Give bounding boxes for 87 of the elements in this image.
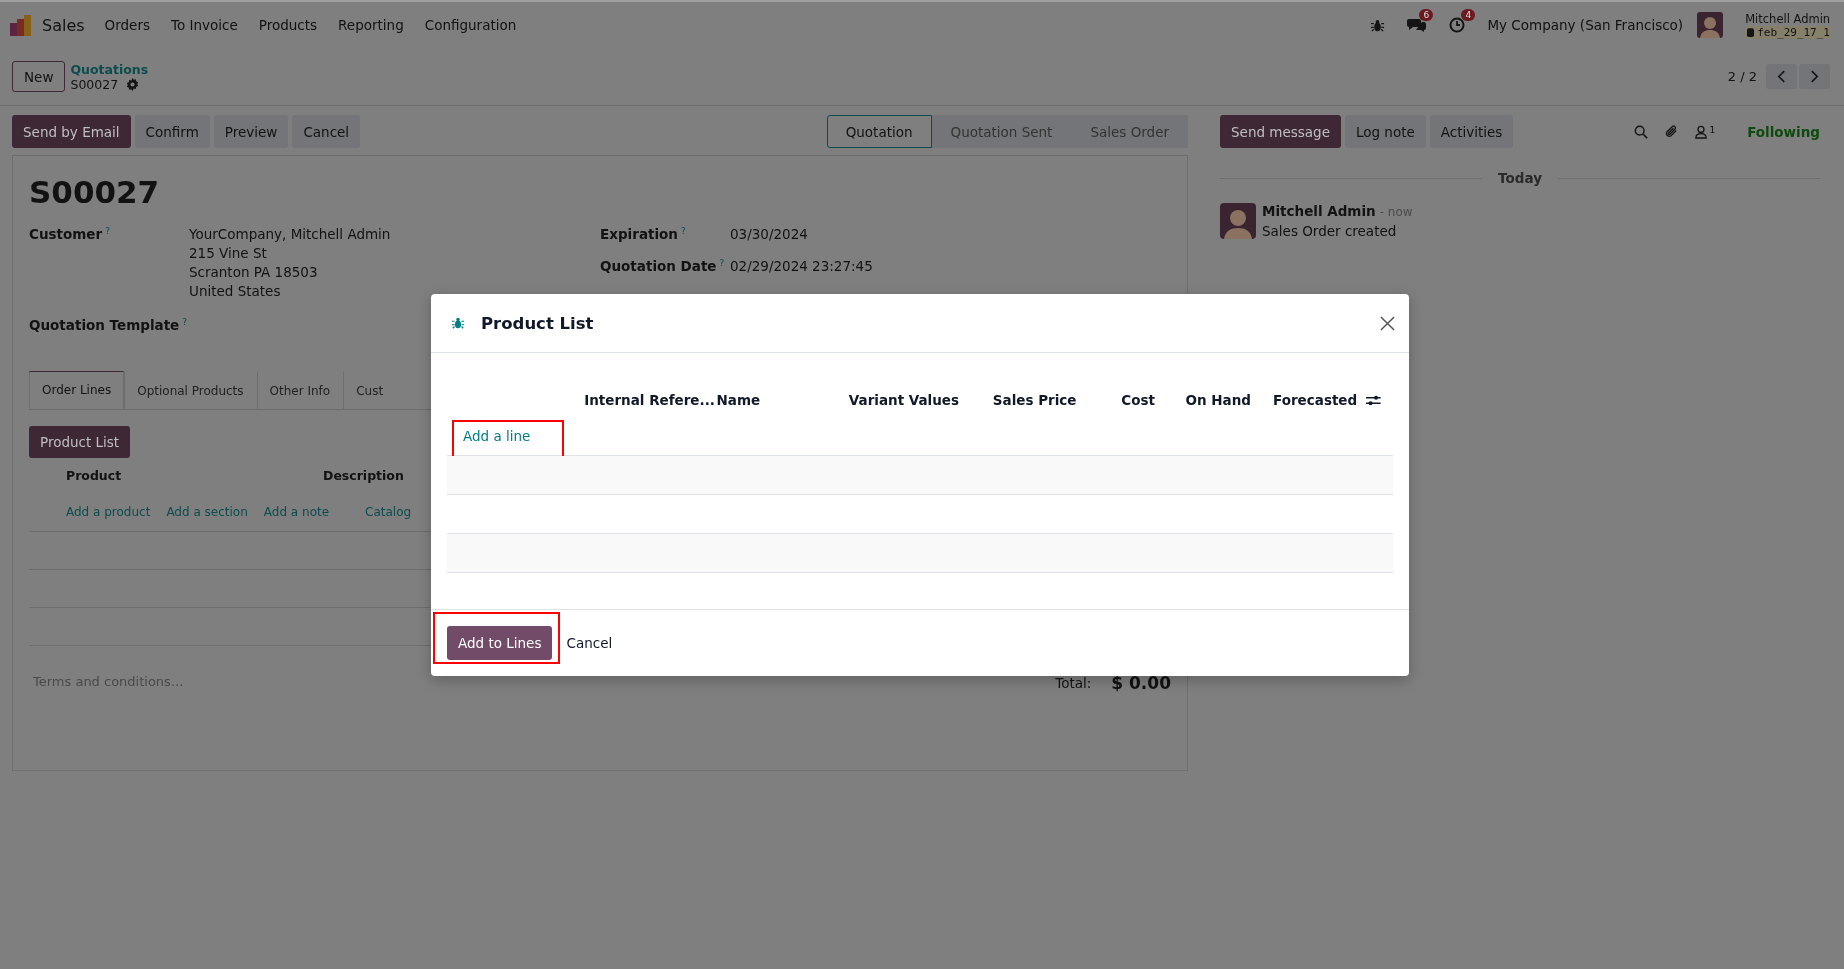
form-tab[interactable]: Cust [343,371,397,410]
chat-bubbles-icon[interactable] [1407,17,1428,33]
action-button[interactable]: Cancel [292,115,361,148]
sliders-icon[interactable] [1366,393,1381,407]
field-label: Expiration [600,226,678,243]
date-divider: Today [1498,170,1542,186]
app-name[interactable]: Sales [42,15,85,35]
add-link[interactable]: Add a section [166,505,248,520]
add-link[interactable]: Add a note [263,505,330,520]
clock-icon[interactable] [1449,17,1466,33]
search-icon[interactable] [1634,124,1649,139]
column-header: Product [66,468,123,484]
user-name[interactable]: Mitchell Admin [1745,11,1832,26]
field-value[interactable]: 03/30/2024 [730,226,808,243]
previous-button[interactable] [1766,64,1797,89]
column-header[interactable]: Sales Price [992,392,1122,408]
column-header[interactable]: Name [716,392,849,408]
bug-icon[interactable] [1370,17,1386,33]
add-line-link[interactable]: Add a line [447,428,531,444]
menu-item[interactable]: Orders [104,17,150,33]
column-header[interactable]: On Hand [1185,392,1273,408]
chatter-button[interactable]: Send message [1220,115,1341,148]
follower-count: 1 [1709,124,1716,135]
bar-chart-logo-icon[interactable] [10,14,32,36]
new-button[interactable]: New [12,61,66,92]
help-tooltip[interactable]: ? [719,258,725,269]
product-list-button[interactable]: Product List [29,426,131,459]
form-tab[interactable]: Order Lines [29,371,125,410]
close-icon [1380,315,1395,331]
field-label: Quotation Date [600,258,717,275]
field-label: Quotation Template [29,317,180,334]
dialog-button[interactable]: Add to Lines [447,626,553,660]
field-value[interactable]: 02/29/2024 23:27:45 [730,258,873,275]
close-button[interactable] [1380,315,1395,331]
column-header[interactable]: Internal Refere... [584,392,717,408]
field-value: 215 Vine St [189,245,268,261]
chatter-button[interactable]: Activities [1429,115,1514,148]
help-tooltip[interactable]: ? [105,226,110,236]
person-icon[interactable] [1695,124,1708,139]
message-author: Mitchell Admin [1262,203,1376,219]
pager-counter: 2 / 2 [1727,69,1757,84]
settings-icon[interactable] [126,77,140,91]
form-tab[interactable]: Other Info [256,371,344,410]
notification-badge: 6 [1419,9,1434,21]
total-amount: $ 0.00 [1111,673,1171,694]
status-step[interactable]: Quotation Sent [931,115,1072,148]
message-text: Sales Order created [1262,223,1398,239]
column-header[interactable]: Variant Values [848,392,993,408]
column-header: Description [323,468,405,484]
breadcrumb-current: S00027 [70,76,119,92]
action-button[interactable]: Preview [213,115,289,148]
dialog-title: Product List [481,313,595,333]
avatar-icon [1220,203,1256,239]
help-tooltip[interactable]: ? [182,317,188,327]
field-value: United States [189,283,282,299]
breadcrumb-link[interactable]: Quotations [70,61,149,77]
column-header[interactable]: Cost [1121,392,1186,408]
menu-item[interactable]: Configuration [424,17,517,33]
action-button[interactable]: Confirm [134,115,210,148]
notification-badge: 4 [1461,9,1476,21]
chevron-right-icon [1810,70,1819,83]
menu-item[interactable]: Reporting [338,17,404,33]
action-button[interactable]: Send by Email [12,115,131,148]
database-icon [1747,27,1755,37]
next-button[interactable] [1799,64,1830,89]
dialog-button[interactable]: Cancel [558,626,621,660]
total-label: Total: [1055,675,1092,692]
bug-icon [451,316,465,330]
field-value: Scranton PA 18503 [189,264,319,280]
status-step[interactable]: Quotation [826,115,932,148]
form-tab[interactable]: Optional Products [124,371,257,410]
help-tooltip[interactable]: ? [680,226,686,236]
chatter-button[interactable]: Log note [1344,115,1426,148]
following-button[interactable]: Following [1731,123,1820,140]
add-link[interactable]: Catalog [365,505,412,520]
field-label: Customer [29,226,103,243]
company-switcher[interactable]: My Company (San Francisco) [1487,17,1684,33]
column-header[interactable]: Forecasted [1273,392,1367,408]
status-step[interactable]: Sales Order [1071,115,1188,148]
record-title: S00027 [29,174,161,210]
chevron-left-icon [1777,70,1786,83]
add-link[interactable]: Add a product [66,505,151,520]
avatar-icon[interactable] [1697,12,1724,38]
database-name: feb_29_17_1 [1745,25,1832,39]
menu-item[interactable]: To Invoice [171,17,238,33]
field-value: YourCompany, Mitchell Admin [189,226,391,242]
menu-item[interactable]: Products [258,17,318,33]
